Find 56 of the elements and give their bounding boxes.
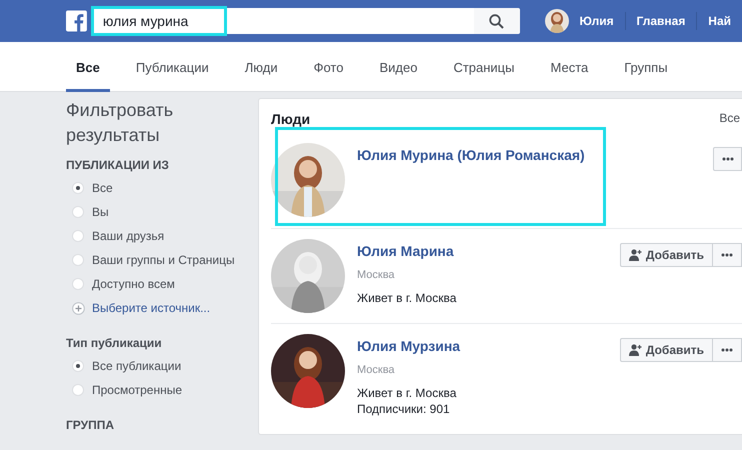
filter-title: Фильтровать результаты <box>66 99 174 147</box>
section-title: Тип публикации <box>66 336 163 350</box>
tab[interactable]: Публикации <box>126 42 219 92</box>
radio-label[interactable]: Вы <box>92 205 109 219</box>
search-button[interactable] <box>474 8 520 34</box>
source-link[interactable]: Выберите источник... <box>92 301 210 315</box>
more-button[interactable] <box>713 338 742 362</box>
radio-label[interactable]: Ваши друзья <box>92 229 164 243</box>
search-icon <box>489 14 504 28</box>
see-all-link[interactable]: Все <box>719 111 740 127</box>
avatar[interactable] <box>544 9 568 33</box>
add-person-icon <box>628 249 642 261</box>
person-name[interactable]: Юлия Мурзина <box>357 338 620 354</box>
more-icon <box>721 348 733 352</box>
person-detail: Москва <box>357 269 396 281</box>
tab[interactable]: Группы <box>614 42 678 92</box>
section-title: ПУБЛИКАЦИИ ИЗ <box>66 158 170 172</box>
profile-link[interactable]: Юлия <box>568 14 625 28</box>
add-person-icon <box>628 344 642 356</box>
person-detail: Москва <box>357 364 396 376</box>
tab[interactable]: Все <box>66 42 110 92</box>
plus-icon <box>72 302 85 314</box>
radio-button[interactable] <box>72 384 84 396</box>
nav-link[interactable]: Най <box>697 14 742 28</box>
radio-button[interactable] <box>72 360 84 372</box>
radio-label[interactable]: Ваши группы и Страницы <box>92 253 235 267</box>
tab[interactable]: Места <box>540 42 598 92</box>
logo-icon[interactable] <box>66 10 87 32</box>
section-title: Люди <box>271 111 310 127</box>
radio-button[interactable] <box>72 230 84 242</box>
more-icon <box>722 157 734 161</box>
tab[interactable]: Видео <box>369 42 428 92</box>
radio-label[interactable]: Все <box>92 181 113 195</box>
person-detail: Живет в г. Москва <box>357 386 458 400</box>
add-friend-button[interactable]: Добавить <box>620 243 713 267</box>
search-field[interactable]: юлия мурина <box>92 8 474 34</box>
tab[interactable]: Фото <box>304 42 354 92</box>
radio-button[interactable] <box>72 206 84 218</box>
radio-label[interactable]: Просмотренные <box>92 383 182 397</box>
person-detail: Живет в г. Москва <box>357 291 458 305</box>
radio-button[interactable] <box>72 254 84 266</box>
more-icon <box>721 253 733 257</box>
person-detail: Подписчики: 901 <box>357 402 451 416</box>
radio-button[interactable] <box>72 278 84 290</box>
person-name[interactable]: Юлия Марина <box>357 243 620 259</box>
radio-label[interactable]: Все публикации <box>92 359 182 373</box>
nav-link[interactable]: Главная <box>626 14 696 28</box>
tab[interactable]: Страницы <box>443 42 524 92</box>
person-name[interactable]: Юлия Мурина (Юлия Романская) <box>357 147 713 163</box>
more-button[interactable] <box>713 243 742 267</box>
more-button[interactable] <box>713 147 742 171</box>
tab[interactable]: Люди <box>234 42 288 92</box>
add-friend-button[interactable]: Добавить <box>620 338 713 362</box>
radio-label[interactable]: Доступно всем <box>92 277 175 291</box>
section-title: ГРУППА <box>66 418 116 432</box>
radio-button[interactable] <box>72 182 84 194</box>
